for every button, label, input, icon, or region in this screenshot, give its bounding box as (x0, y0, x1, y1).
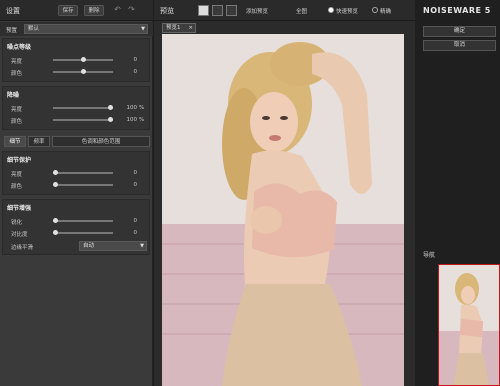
detail-enhance-section: 细节增强 锐化 0 对比度 0 边缘平滑 自动 ▼ (2, 199, 150, 255)
fast-preview-label: 快速预览 (336, 9, 359, 15)
settings-header: 设置 保存 删除 ↶ ↷ (0, 0, 153, 21)
section-title: 细节增强 (7, 205, 32, 212)
slider-row: 对比度 0 (3, 228, 151, 238)
preview-toolbar: 预览 添加预览 全图 快速预览 精确 (154, 0, 415, 21)
slider-thumb[interactable] (53, 230, 58, 235)
save-button[interactable]: 保存 (58, 5, 78, 16)
noise-level-section: 噪点等级 亮度 0 颜色 0 (2, 38, 150, 82)
full-image-button[interactable]: 全图 (296, 7, 307, 15)
slider-value[interactable]: 0 (119, 230, 138, 236)
noise-reduction-section: 降噪 亮度 100 % 颜色 100 % (2, 86, 150, 130)
preview-tab-label: 预览1 (166, 25, 181, 31)
delete-button[interactable]: 删除 (84, 5, 104, 16)
slider-label: 对比度 (11, 232, 28, 238)
undo-icon[interactable]: ↶ (112, 5, 123, 16)
tab-tone-color-range[interactable]: 色调和颜色范围 (52, 136, 150, 147)
section-title: 降噪 (7, 92, 20, 99)
preset-select[interactable]: 默认 ▼ (24, 24, 148, 34)
slider-label: 颜色 (11, 184, 23, 190)
tab-preview1[interactable]: 预览1 × (162, 23, 196, 33)
preview-title: 预览 (160, 7, 174, 15)
edge-smoothing-row: 边缘平滑 自动 ▼ (3, 241, 151, 251)
slider-value[interactable]: 100 (119, 105, 138, 111)
preset-row: 预置 默认 ▼ (0, 22, 153, 36)
chevron-down-icon: ▼ (141, 26, 145, 32)
single-view-icon[interactable] (198, 5, 209, 16)
slider-thumb[interactable] (53, 218, 58, 223)
slider-row: 亮度 100 % (3, 103, 151, 113)
detail-protection-section: 细节保护 亮度 0 颜色 0 (2, 151, 150, 195)
preset-label: 预置 (6, 28, 18, 34)
slider-track[interactable] (53, 69, 113, 74)
preset-value: 默认 (28, 26, 40, 32)
photo-illustration (162, 34, 404, 386)
slider-label: 颜色 (11, 71, 23, 77)
close-icon[interactable]: × (188, 24, 193, 32)
slider-row: 颜色 0 (3, 67, 151, 77)
navigator-title: 导航 (423, 252, 436, 259)
slider-label: 亮度 (11, 107, 23, 113)
slider-value[interactable]: 0 (119, 182, 138, 188)
redo-icon[interactable]: ↷ (126, 5, 137, 16)
slider-row: 亮度 0 (3, 55, 151, 65)
slider-value[interactable]: 0 (119, 218, 138, 224)
slider-track[interactable] (53, 218, 113, 223)
slider-track[interactable] (53, 117, 113, 122)
slider-label: 亮度 (11, 172, 23, 178)
slider-thumb[interactable] (80, 69, 86, 74)
slider-track[interactable] (53, 182, 113, 187)
slider-label: 亮度 (11, 59, 23, 65)
slider-thumb[interactable] (108, 105, 113, 110)
slider-thumb[interactable] (108, 117, 113, 122)
slider-value[interactable]: 100 (119, 117, 138, 123)
slider-unit: % (139, 105, 145, 111)
app-logo: NOISEWARE 5 (423, 6, 491, 15)
preview-image[interactable] (162, 34, 404, 386)
fast-preview-radio[interactable] (328, 7, 334, 13)
slider-row: 颜色 100 % (3, 115, 151, 125)
slider-label: 颜色 (11, 119, 23, 125)
slider-label: 锐化 (11, 220, 23, 226)
slider-unit: % (139, 117, 145, 123)
detail-tabs: 细节 频率 色调和颜色范围 (4, 136, 150, 147)
accurate-radio[interactable] (372, 7, 378, 13)
section-title: 细节保护 (7, 157, 32, 164)
add-preview-button[interactable]: 添加预览 (246, 7, 268, 15)
slider-track[interactable] (53, 170, 113, 175)
slider-track[interactable] (53, 57, 113, 62)
section-title: 噪点等级 (7, 44, 32, 51)
navigator-thumbnail[interactable] (438, 264, 500, 386)
slider-thumb[interactable] (53, 170, 58, 175)
slider-value[interactable]: 0 (119, 69, 138, 75)
slider-thumb[interactable] (53, 182, 58, 187)
split-horizontal-icon[interactable] (212, 5, 223, 16)
navigator-image (439, 265, 499, 385)
slider-thumb[interactable] (80, 57, 86, 62)
cancel-button[interactable]: 取消 (423, 40, 496, 51)
slider-value[interactable]: 0 (119, 170, 138, 176)
accurate-label: 精确 (380, 9, 392, 15)
slider-row: 锐化 0 (3, 216, 151, 226)
tab-detail[interactable]: 细节 (4, 136, 26, 147)
slider-row: 亮度 0 (3, 168, 151, 178)
settings-panel: 设置 保存 删除 ↶ ↷ 预置 默认 ▼ 噪点等级 亮度 0 颜色 0 降噪 亮… (0, 0, 153, 386)
settings-title: 设置 (6, 7, 20, 15)
tab-frequency[interactable]: 频率 (28, 136, 50, 147)
edge-smoothing-value: 自动 (83, 243, 95, 249)
slider-row: 颜色 0 (3, 180, 151, 190)
slider-track[interactable] (53, 230, 113, 235)
split-vertical-icon[interactable] (226, 5, 237, 16)
slider-value[interactable]: 0 (119, 57, 138, 63)
slider-track[interactable] (53, 105, 113, 110)
chevron-down-icon: ▼ (140, 243, 144, 249)
edge-smoothing-label: 边缘平滑 (11, 245, 34, 251)
edge-smoothing-select[interactable]: 自动 ▼ (79, 241, 147, 251)
ok-button[interactable]: 确定 (423, 26, 496, 37)
